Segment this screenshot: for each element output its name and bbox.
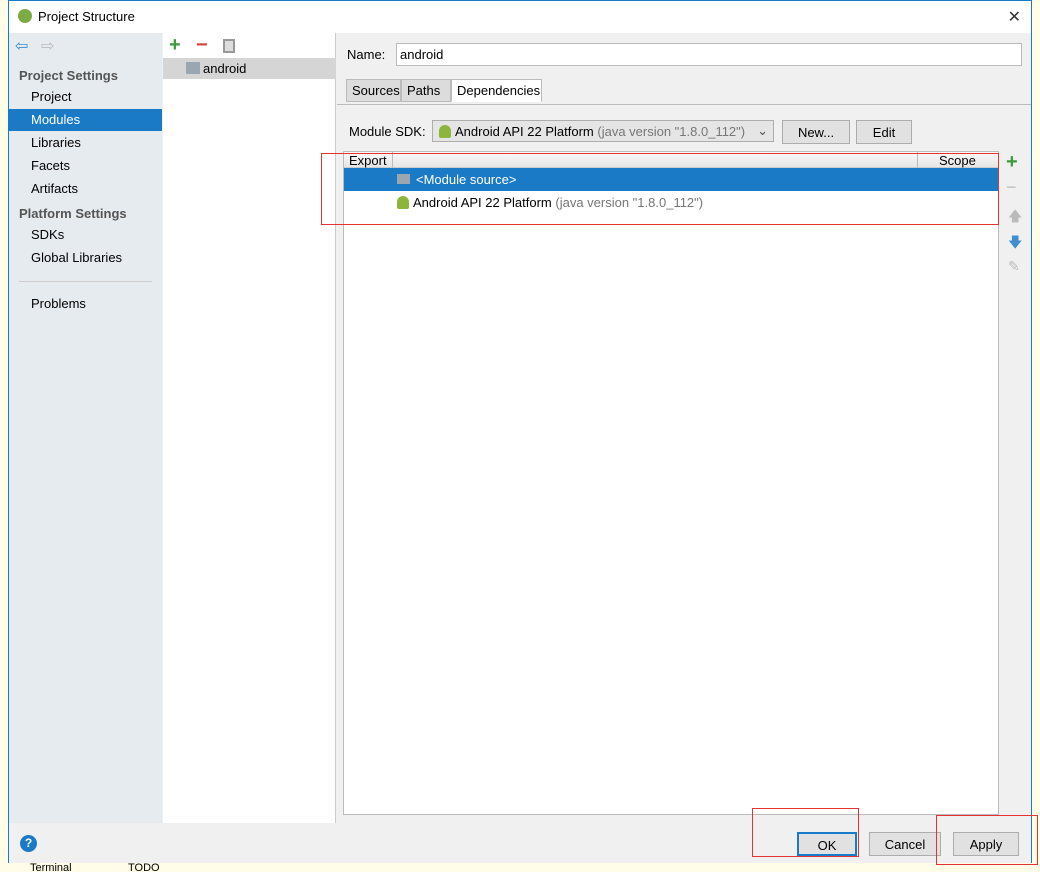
module-details: Name: Sources Paths Dependencies Module … [337, 33, 1031, 823]
sdk-value: Android API 22 Platform [455, 124, 594, 139]
move-up-icon[interactable]: 🡅 [1008, 206, 1022, 230]
android-studio-icon [18, 9, 32, 23]
tab-dependencies[interactable]: Dependencies [451, 79, 542, 102]
project-structure-dialog: Project Structure ✕ ⇦ ⇨ Project Settings… [8, 0, 1032, 863]
move-down-icon[interactable]: 🡇 [1008, 232, 1022, 256]
module-name: android [203, 61, 247, 76]
sidebar: ⇦ ⇨ Project Settings Project Modules Lib… [9, 33, 162, 823]
sidebar-item-libraries[interactable]: Libraries [9, 132, 162, 154]
forward-arrow-icon[interactable]: ⇨ [41, 36, 54, 56]
remove-dependency-icon[interactable]: − [1006, 177, 1017, 198]
module-sdk-label: Module SDK: [349, 124, 426, 139]
new-sdk-button[interactable]: New... [782, 120, 850, 144]
ide-toolbar-strip: Terminal TODO [0, 863, 1040, 872]
sidebar-item-project[interactable]: Project [9, 86, 162, 108]
cancel-button[interactable]: Cancel [869, 832, 941, 856]
tab-divider [337, 104, 1031, 105]
modules-panel: + − android [163, 33, 336, 823]
remove-icon[interactable]: − [196, 34, 208, 57]
add-dependency-icon[interactable]: + [1006, 151, 1018, 174]
sidebar-item-facets[interactable]: Facets [9, 155, 162, 177]
tab-paths[interactable]: Paths [401, 79, 451, 102]
add-icon[interactable]: + [169, 34, 181, 57]
dependencies-table: Export Scope <Module source> Android API… [343, 151, 999, 815]
module-folder-icon [186, 62, 200, 74]
module-sdk-dropdown[interactable]: Android API 22 Platform (java version "1… [432, 120, 774, 142]
edit-pencil-icon[interactable]: ✎ [1008, 258, 1020, 275]
help-button[interactable]: ? [20, 835, 37, 852]
name-label: Name: [347, 47, 386, 62]
sidebar-item-problems[interactable]: Problems [9, 293, 162, 315]
edit-sdk-button[interactable]: Edit [856, 120, 912, 144]
copy-icon[interactable] [223, 39, 235, 53]
todo-tab[interactable]: TODO [128, 863, 160, 872]
name-input[interactable] [396, 43, 1022, 66]
annotation-box-dependencies [321, 153, 999, 225]
sidebar-item-artifacts[interactable]: Artifacts [9, 178, 162, 200]
close-button[interactable]: ✕ [1008, 7, 1021, 27]
footer: ? OK Cancel Apply [9, 823, 1031, 863]
module-item-android[interactable]: android [163, 58, 336, 79]
sidebar-item-global-libraries[interactable]: Global Libraries [9, 247, 162, 269]
chevron-down-icon: ⌄ [757, 123, 768, 138]
platform-settings-heading: Platform Settings [19, 206, 127, 221]
android-icon [439, 125, 451, 138]
sdk-detail: (java version "1.8.0_112") [597, 124, 746, 139]
back-arrow-icon[interactable]: ⇦ [15, 36, 28, 56]
sidebar-item-modules[interactable]: Modules [9, 109, 162, 131]
window-title: Project Structure [38, 9, 135, 24]
title-bar: Project Structure ✕ [9, 1, 1031, 33]
terminal-tab[interactable]: Terminal [30, 863, 72, 872]
sidebar-item-sdks[interactable]: SDKs [9, 224, 162, 246]
divider [19, 281, 152, 282]
annotation-box-apply [936, 815, 1038, 865]
tab-sources[interactable]: Sources [346, 79, 401, 102]
project-settings-heading: Project Settings [19, 68, 118, 83]
annotation-box-ok [752, 808, 859, 857]
